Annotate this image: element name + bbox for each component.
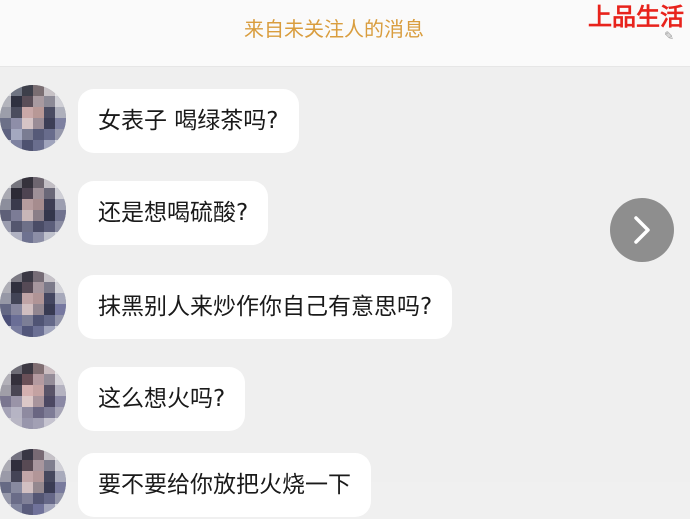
chevron-right-icon — [631, 215, 653, 245]
message-bubble[interactable]: 抹黑别人来炒作你自己有意思吗? — [78, 275, 453, 339]
message-bubble[interactable]: 女表子 喝绿茶吗? — [78, 89, 299, 153]
sender-avatar[interactable] — [0, 271, 66, 337]
next-button[interactable] — [610, 198, 674, 262]
sender-avatar[interactable] — [0, 85, 66, 151]
message-row: 这么想火吗? — [0, 363, 690, 433]
message-bubble[interactable]: 还是想喝硫酸? — [78, 181, 269, 245]
page-title: 来自未关注人的消息 — [244, 17, 424, 41]
watermark-logo: 上品生活 — [588, 3, 684, 31]
message-row: 抹黑别人来炒作你自己有意思吗? — [0, 271, 690, 341]
message-bubble[interactable]: 要不要给你放把火烧一下 — [78, 453, 371, 517]
message-bubble[interactable]: 这么想火吗? — [78, 367, 246, 431]
message-row: 女表子 喝绿茶吗? — [0, 85, 690, 155]
message-row: 还是想喝硫酸? — [0, 177, 690, 247]
sender-avatar[interactable] — [0, 177, 66, 243]
message-row: 要不要给你放把火烧一下 — [0, 449, 690, 519]
sender-avatar[interactable] — [0, 363, 66, 429]
chat-header: 来自未关注人的消息 ✎ — [0, 0, 690, 67]
message-list[interactable]: 女表子 喝绿茶吗? 还是想喝硫酸? 抹黑别人来炒作你自己有意思吗? 这么想火吗?… — [0, 67, 690, 517]
sender-avatar[interactable] — [0, 449, 66, 515]
